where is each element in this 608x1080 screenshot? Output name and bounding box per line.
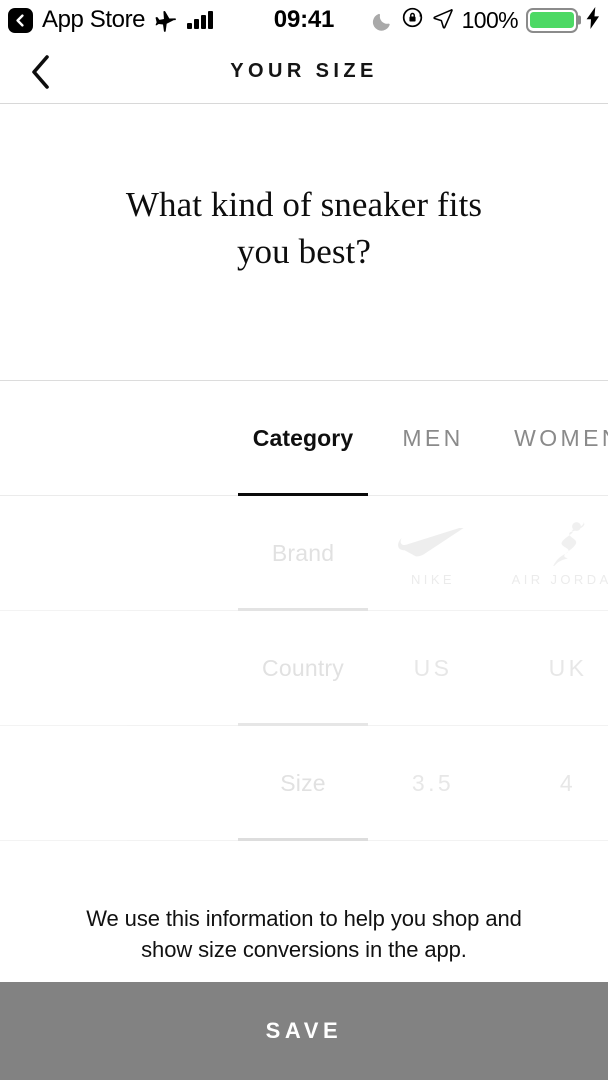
- question-heading: What kind of sneaker fits you best?: [0, 182, 608, 276]
- battery-full-icon: [526, 7, 578, 33]
- tab-women[interactable]: WOMEN: [498, 381, 608, 496]
- chevron-left-icon: [32, 54, 49, 89]
- row-label-country-cell[interactable]: Country: [238, 611, 368, 726]
- tab-category-label: Category: [252, 425, 354, 451]
- do-not-disturb-moon-icon: [372, 10, 393, 31]
- question-line-1: What kind of sneaker fits: [125, 185, 483, 224]
- lightning-bolt-icon: [586, 6, 600, 34]
- row-label-brand-cell[interactable]: Brand: [238, 496, 368, 611]
- size-option-3-5[interactable]: 3.5: [368, 726, 498, 841]
- info-note: We use this information to help you shop…: [0, 903, 608, 965]
- brand-option-nike[interactable]: NIKE: [368, 496, 498, 611]
- country-option-us[interactable]: US: [368, 611, 498, 726]
- back-button[interactable]: [18, 40, 64, 103]
- row-label-country: Country: [262, 655, 344, 681]
- size-option-3-5-label: 3.5: [411, 770, 455, 796]
- brand-name-nike: NIKE: [411, 572, 455, 587]
- nike-swoosh-icon: [398, 520, 468, 566]
- country-option-us-label: US: [413, 655, 453, 681]
- info-note-line-1: We use this information to help you shop…: [86, 906, 522, 931]
- status-bar-right: 100%: [372, 0, 600, 40]
- rotation-lock-icon: [401, 6, 424, 34]
- location-arrow-icon: [432, 7, 454, 34]
- status-bar: App Store 09:41 100%: [0, 0, 608, 40]
- size-option-4[interactable]: 4: [498, 726, 608, 841]
- save-button[interactable]: SAVE: [0, 982, 608, 1080]
- tab-men-label: MEN: [402, 425, 464, 451]
- nav-bar: YOUR SIZE: [0, 40, 608, 103]
- phone-screen: App Store 09:41 100% YOUR SIZE What kind…: [0, 0, 608, 1080]
- picker-row-brand: Brand NIKE AIR JORDAN: [0, 496, 608, 611]
- row-label-size-cell[interactable]: Size: [238, 726, 368, 841]
- country-option-uk[interactable]: UK: [498, 611, 608, 726]
- navbar-divider: [0, 103, 608, 104]
- tab-men[interactable]: MEN: [368, 381, 498, 496]
- save-button-label: SAVE: [265, 1018, 343, 1043]
- size-row-selected-underline: [238, 838, 368, 841]
- page-title: YOUR SIZE: [230, 60, 378, 82]
- brand-name-air-jordan: AIR JORDAN: [511, 572, 608, 587]
- size-option-4-label: 4: [559, 770, 577, 796]
- tab-category[interactable]: Category: [238, 381, 368, 496]
- row-label-size: Size: [280, 770, 326, 796]
- picker-row-country: Country US UK: [0, 611, 608, 726]
- jumpman-icon: [546, 520, 590, 566]
- question-line-2: you best?: [236, 231, 372, 271]
- picker-row-size: Size 3.5 4: [0, 726, 608, 841]
- country-option-uk-label: UK: [548, 655, 588, 681]
- size-picker[interactable]: Category MEN WOMEN Brand NIKE: [0, 381, 608, 841]
- info-note-line-2: show size conversions in the app.: [141, 937, 467, 963]
- row-label-brand: Brand: [271, 540, 335, 566]
- picker-tabs-row: Category MEN WOMEN: [0, 381, 608, 496]
- tab-women-label: WOMEN: [514, 425, 608, 451]
- battery-percent-label: 100%: [461, 6, 519, 33]
- brand-option-air-jordan[interactable]: AIR JORDAN: [498, 496, 608, 611]
